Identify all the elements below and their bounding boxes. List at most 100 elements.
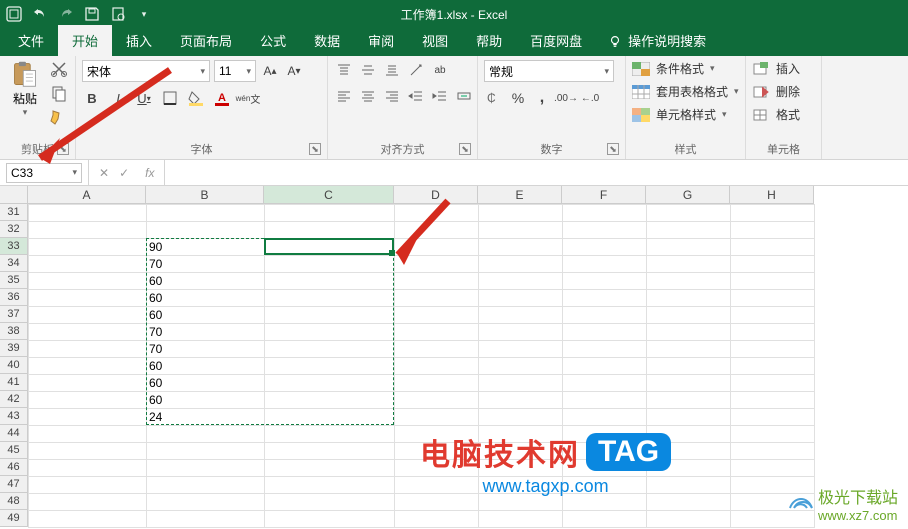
- wrap-text-icon[interactable]: ab: [430, 60, 450, 80]
- cell-C37[interactable]: [265, 307, 395, 324]
- cell-C46[interactable]: [265, 460, 395, 477]
- decrease-font-icon[interactable]: A▾: [284, 61, 304, 81]
- format-as-table-button[interactable]: 套用表格格式▾: [632, 83, 739, 100]
- cell-A47[interactable]: [29, 477, 147, 494]
- cell-G32[interactable]: [647, 222, 731, 239]
- cell-E33[interactable]: [479, 239, 563, 256]
- cell-C32[interactable]: [265, 222, 395, 239]
- format-cells-button[interactable]: 格式: [752, 106, 800, 123]
- cell-C45[interactable]: [265, 443, 395, 460]
- cell-H34[interactable]: [731, 256, 815, 273]
- cell-H32[interactable]: [731, 222, 815, 239]
- cell-F35[interactable]: [563, 273, 647, 290]
- col-header-H[interactable]: H: [730, 186, 814, 204]
- cell-C44[interactable]: [265, 426, 395, 443]
- increase-indent-icon[interactable]: [430, 86, 450, 106]
- name-box[interactable]: C33▾: [6, 163, 82, 183]
- undo-icon[interactable]: [32, 6, 48, 22]
- cell-B48[interactable]: [147, 494, 265, 511]
- cell-styles-button[interactable]: 单元格样式▾: [632, 106, 739, 123]
- cell-F42[interactable]: [563, 392, 647, 409]
- font-size-combo[interactable]: 11▾: [214, 60, 256, 82]
- cell-B41[interactable]: 60: [147, 375, 265, 392]
- autosave-icon[interactable]: [6, 6, 22, 22]
- col-header-G[interactable]: G: [646, 186, 730, 204]
- col-header-D[interactable]: D: [394, 186, 478, 204]
- cell-E43[interactable]: [479, 409, 563, 426]
- cell-E36[interactable]: [479, 290, 563, 307]
- cell-A37[interactable]: [29, 307, 147, 324]
- cell-D37[interactable]: [395, 307, 479, 324]
- copy-icon[interactable]: [50, 84, 68, 102]
- cell-F33[interactable]: [563, 239, 647, 256]
- row-header-39[interactable]: 39: [0, 340, 28, 357]
- cell-H36[interactable]: [731, 290, 815, 307]
- fill-color-button[interactable]: [186, 88, 206, 108]
- cell-C49[interactable]: [265, 511, 395, 528]
- col-header-E[interactable]: E: [478, 186, 562, 204]
- cell-C48[interactable]: [265, 494, 395, 511]
- cell-C31[interactable]: [265, 205, 395, 222]
- increase-decimal-icon[interactable]: .00→: [556, 88, 576, 108]
- row-header-46[interactable]: 46: [0, 459, 28, 476]
- cell-C33[interactable]: [265, 239, 395, 256]
- cell-D41[interactable]: [395, 375, 479, 392]
- cell-F43[interactable]: [563, 409, 647, 426]
- cell-C38[interactable]: [265, 324, 395, 341]
- cell-A46[interactable]: [29, 460, 147, 477]
- format-painter-icon[interactable]: [50, 108, 68, 126]
- row-header-32[interactable]: 32: [0, 221, 28, 238]
- font-color-button[interactable]: A: [212, 88, 232, 108]
- cell-C40[interactable]: [265, 358, 395, 375]
- cell-D40[interactable]: [395, 358, 479, 375]
- cell-B36[interactable]: 60: [147, 290, 265, 307]
- cell-B34[interactable]: 70: [147, 256, 265, 273]
- row-header-49[interactable]: 49: [0, 510, 28, 527]
- cell-A33[interactable]: [29, 239, 147, 256]
- cell-D49[interactable]: [395, 511, 479, 528]
- cell-H42[interactable]: [731, 392, 815, 409]
- percent-icon[interactable]: %: [508, 88, 528, 108]
- cell-G42[interactable]: [647, 392, 731, 409]
- cell-A43[interactable]: [29, 409, 147, 426]
- enter-formula-icon[interactable]: ✓: [119, 166, 129, 180]
- cell-G37[interactable]: [647, 307, 731, 324]
- bold-button[interactable]: B: [82, 88, 102, 108]
- cell-B33[interactable]: 90: [147, 239, 265, 256]
- cut-icon[interactable]: [50, 60, 68, 78]
- align-top-icon[interactable]: [334, 60, 354, 80]
- cell-E31[interactable]: [479, 205, 563, 222]
- cell-A44[interactable]: [29, 426, 147, 443]
- cell-D31[interactable]: [395, 205, 479, 222]
- col-header-C[interactable]: C: [264, 186, 394, 204]
- cell-G35[interactable]: [647, 273, 731, 290]
- cell-A49[interactable]: [29, 511, 147, 528]
- align-middle-icon[interactable]: [358, 60, 378, 80]
- cell-G36[interactable]: [647, 290, 731, 307]
- border-button[interactable]: [160, 88, 180, 108]
- cell-D39[interactable]: [395, 341, 479, 358]
- row-header-47[interactable]: 47: [0, 476, 28, 493]
- cell-H44[interactable]: [731, 426, 815, 443]
- cell-A42[interactable]: [29, 392, 147, 409]
- cell-A38[interactable]: [29, 324, 147, 341]
- orientation-icon[interactable]: [406, 60, 426, 80]
- cell-E34[interactable]: [479, 256, 563, 273]
- cell-B39[interactable]: 70: [147, 341, 265, 358]
- cell-A45[interactable]: [29, 443, 147, 460]
- cell-D33[interactable]: [395, 239, 479, 256]
- accounting-format-icon[interactable]: ₵: [484, 88, 504, 108]
- cell-G49[interactable]: [647, 511, 731, 528]
- cell-E38[interactable]: [479, 324, 563, 341]
- font-launcher[interactable]: ⬊: [309, 143, 321, 155]
- cell-D42[interactable]: [395, 392, 479, 409]
- select-all-corner[interactable]: [0, 186, 28, 204]
- cell-B40[interactable]: 60: [147, 358, 265, 375]
- cell-E41[interactable]: [479, 375, 563, 392]
- cell-C42[interactable]: [265, 392, 395, 409]
- row-header-31[interactable]: 31: [0, 204, 28, 221]
- tab-formulas[interactable]: 公式: [246, 25, 300, 56]
- cell-C43[interactable]: [265, 409, 395, 426]
- cell-H41[interactable]: [731, 375, 815, 392]
- cell-F34[interactable]: [563, 256, 647, 273]
